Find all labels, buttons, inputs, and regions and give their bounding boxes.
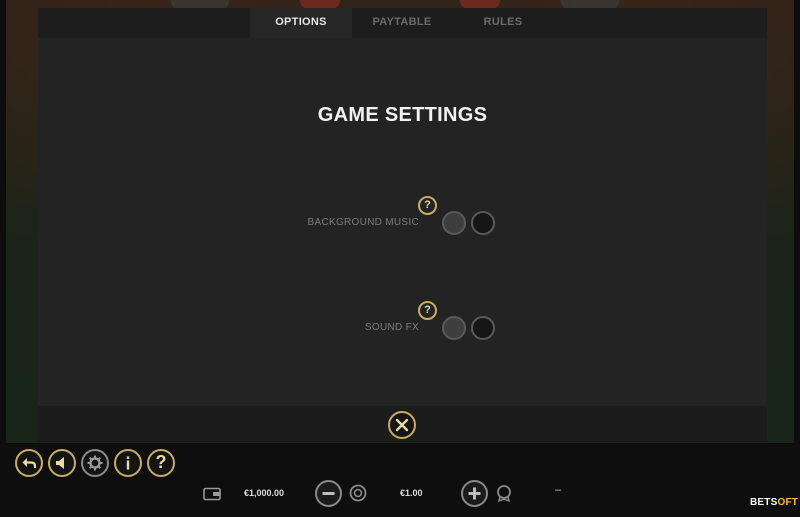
background-music-help-button[interactable]: ?: [418, 196, 437, 215]
sound-fx-toggle-on[interactable]: [442, 316, 466, 340]
tab-bar: OPTIONS PAYTABLE RULES: [38, 8, 767, 38]
left-edge: [0, 0, 6, 517]
wallet-icon[interactable]: [203, 487, 221, 501]
tab-paytable[interactable]: PAYTABLE: [352, 8, 452, 38]
logo-text-part1: BETS: [750, 497, 778, 508]
back-icon: [22, 458, 37, 468]
gear-icon: [87, 455, 103, 471]
increase-bet-button[interactable]: [461, 480, 488, 507]
decrease-bet-button[interactable]: [315, 480, 342, 507]
background-music-label: BACKGROUND MUSIC: [307, 217, 419, 228]
settings-title: GAME SETTINGS: [317, 104, 488, 126]
sound-icon: [56, 457, 64, 469]
background-music-toggle-on[interactable]: [442, 211, 466, 235]
help-icon: ?: [155, 452, 167, 472]
info-icon: [126, 456, 130, 470]
help-button[interactable]: ?: [147, 449, 175, 477]
info-button[interactable]: [114, 449, 142, 477]
sound-fx-toggle-off[interactable]: [471, 316, 495, 340]
plus-icon: [468, 487, 481, 500]
close-button[interactable]: [388, 411, 416, 439]
win-value: –: [555, 484, 562, 496]
tab-options[interactable]: OPTIONS: [250, 8, 352, 38]
right-edge: [794, 0, 800, 517]
minus-icon: [322, 492, 335, 495]
bet-value: €1.00: [400, 488, 423, 498]
provider-logo: BETSOFT: [750, 497, 798, 508]
sound-fx-help-button[interactable]: ?: [418, 301, 437, 320]
chips-icon[interactable]: [349, 484, 367, 502]
tab-rules[interactable]: RULES: [452, 8, 554, 38]
sound-fx-label: SOUND FX: [364, 322, 419, 333]
coin-icon: [497, 485, 511, 502]
back-button[interactable]: [15, 449, 43, 477]
balance-value: €1,000.00: [244, 488, 285, 498]
close-icon: [395, 418, 409, 432]
sound-button[interactable]: [48, 449, 76, 477]
logo-text-part2: OFT: [777, 497, 799, 508]
settings-modal: OPTIONS PAYTABLE RULES GAME SETTINGS ? B…: [38, 8, 767, 442]
background-music-toggle-off[interactable]: [471, 211, 495, 235]
settings-button[interactable]: [81, 449, 109, 477]
